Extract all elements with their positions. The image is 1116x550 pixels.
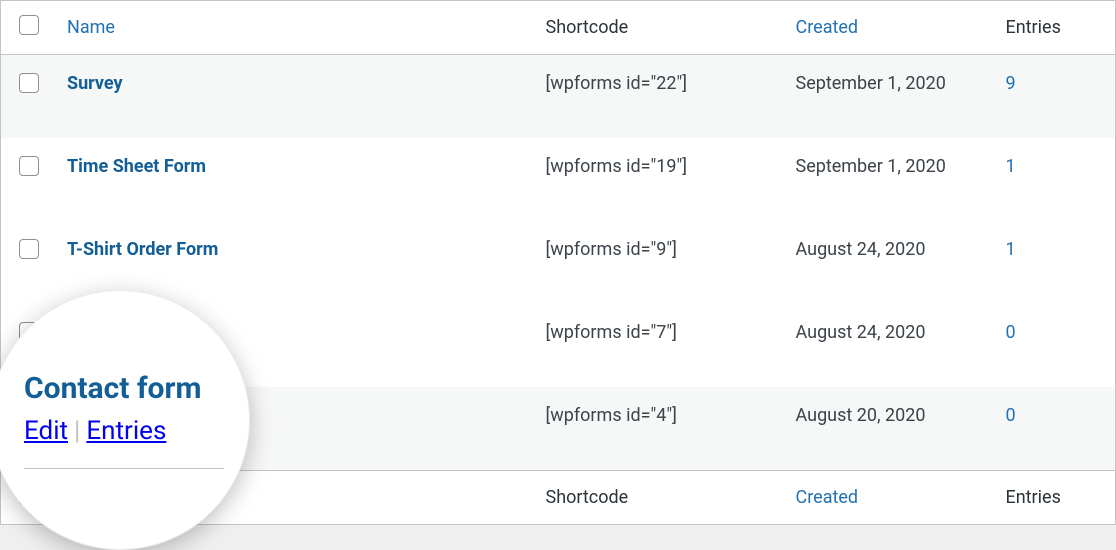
shortcode-cell: [wpforms id="4"] (536, 387, 786, 471)
action-separator: | (68, 416, 86, 446)
shortcode-cell: [wpforms id="9"] (536, 221, 786, 304)
form-title-link[interactable]: Time Sheet Form (67, 156, 206, 177)
created-cell: September 1, 2020 (786, 138, 996, 221)
header-entries: Entries (996, 1, 1116, 55)
magnified-action-entries[interactable]: Entries (86, 416, 166, 446)
entries-count-link[interactable]: 1 (1006, 156, 1016, 177)
footer-shortcode: Shortcode (536, 471, 786, 525)
sort-created-link-footer[interactable]: Created (796, 487, 859, 508)
table-row: Time Sheet Form [wpforms id="19"] Septem… (1, 138, 1116, 221)
header-checkbox-cell (1, 1, 50, 55)
footer-entries: Entries (996, 471, 1116, 525)
shortcode-cell: [wpforms id="22"] (536, 55, 786, 139)
entries-count-link[interactable]: 0 (1006, 405, 1016, 426)
entries-count-link[interactable]: 9 (1006, 73, 1016, 94)
shortcode-cell: [wpforms id="19"] (536, 138, 786, 221)
created-cell: August 24, 2020 (786, 221, 996, 304)
select-all-checkbox[interactable] (19, 15, 39, 35)
sort-created-link[interactable]: Created (796, 17, 859, 38)
form-title-link[interactable]: Survey (67, 73, 123, 94)
created-cell: August 24, 2020 (786, 304, 996, 387)
row-checkbox[interactable] (19, 73, 39, 93)
sort-name-link[interactable]: Name (67, 17, 115, 38)
table-row: T-Shirt Order Form [wpforms id="9"] Augu… (1, 221, 1116, 304)
header-name[interactable]: Name (49, 1, 536, 55)
form-title-link[interactable]: T-Shirt Order Form (67, 239, 218, 260)
header-created[interactable]: Created (786, 1, 996, 55)
shortcode-cell: [wpforms id="7"] (536, 304, 786, 387)
created-cell: September 1, 2020 (786, 55, 996, 139)
created-cell: August 20, 2020 (786, 387, 996, 471)
entries-count-link[interactable]: 0 (1006, 322, 1016, 343)
header-shortcode: Shortcode (536, 1, 786, 55)
magnifier-overlay: Contact form Edit|Entries (0, 290, 250, 550)
magnified-row-actions: Edit|Entries (24, 416, 250, 446)
entries-count-link[interactable]: 1 (1006, 239, 1016, 260)
table-header: Name Shortcode Created Entries (1, 1, 1116, 55)
row-checkbox[interactable] (19, 156, 39, 176)
row-checkbox[interactable] (19, 239, 39, 259)
footer-created[interactable]: Created (786, 471, 996, 525)
magnified-divider (24, 468, 224, 469)
table-row: Survey [wpforms id="22"] September 1, 20… (1, 55, 1116, 139)
magnified-form-title[interactable]: Contact form (24, 371, 250, 406)
magnified-action-edit[interactable]: Edit (24, 416, 68, 446)
